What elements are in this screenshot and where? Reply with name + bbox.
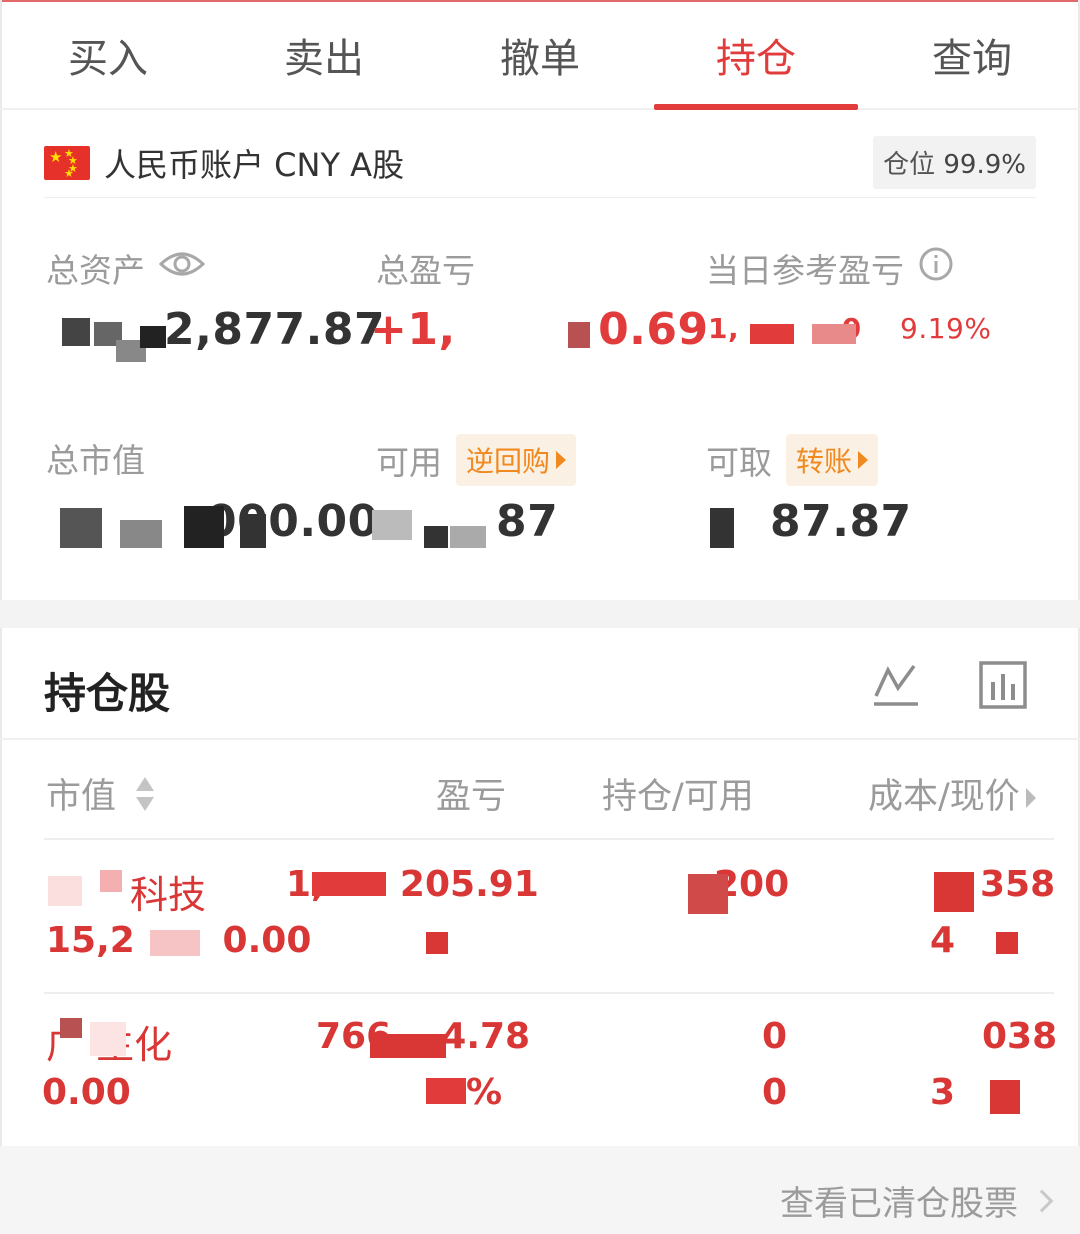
- caret-right-icon: [556, 451, 567, 469]
- column-position: 持仓/可用: [602, 777, 754, 817]
- current-price: 4: [930, 920, 956, 961]
- mosaic-block: [450, 526, 486, 548]
- mosaic-block: [90, 1022, 126, 1056]
- withdrawable-label: 可取: [706, 443, 772, 482]
- mosaic-block: [140, 326, 166, 348]
- available-metric: 可用 逆回购: [376, 434, 577, 486]
- cleared-stocks-label: 查看已清仓股票: [780, 1184, 1018, 1224]
- mosaic-block: [240, 514, 266, 548]
- cleared-stocks-link[interactable]: 查看已清仓股票: [780, 1176, 1054, 1225]
- mosaic-block: [60, 508, 102, 548]
- position-qty: 0: [762, 1016, 788, 1057]
- transfer-chip[interactable]: 转账: [786, 434, 879, 486]
- reverse-repo-chip[interactable]: 逆回购: [456, 434, 577, 486]
- caret-right-icon: [858, 451, 869, 469]
- reverse-repo-label: 逆回购: [466, 445, 551, 478]
- holdings-divider: [0, 738, 1080, 740]
- china-flag-icon: ★ ★ ★ ★ ★: [44, 145, 90, 180]
- section-separator: [0, 600, 1080, 628]
- header-divider: [44, 838, 1054, 840]
- mosaic-block: [750, 324, 794, 344]
- market-value-metric: 总市值: [46, 434, 145, 482]
- mosaic-block: [812, 324, 856, 344]
- mosaic-block: [990, 1080, 1020, 1114]
- tab-buy[interactable]: 买入: [0, 2, 216, 108]
- tab-positions[interactable]: 持仓: [648, 2, 864, 110]
- mosaic-block: [312, 872, 386, 896]
- column-market-value-label: 市值: [46, 777, 117, 817]
- holdings-title: 持仓股: [44, 669, 171, 718]
- mosaic-block: [150, 930, 200, 956]
- withdrawable-metric: 可取 转账: [706, 434, 879, 486]
- withdrawable-value: 87.87: [770, 496, 912, 547]
- total-assets-label: 总资产: [46, 251, 145, 290]
- mosaic-block: [996, 932, 1018, 954]
- mosaic-block: [710, 508, 734, 548]
- tab-query[interactable]: 查询: [864, 2, 1080, 108]
- transfer-label: 转账: [796, 445, 853, 478]
- mosaic-block: [934, 872, 974, 912]
- position-value: 99.9%: [943, 150, 1026, 180]
- stock-name: 科技: [130, 873, 207, 917]
- position-badge: 仓位 99.9%: [873, 136, 1036, 189]
- mosaic-block: [426, 932, 448, 954]
- mosaic-block: [184, 506, 224, 548]
- column-cost[interactable]: 成本/现价: [868, 768, 1036, 819]
- eye-icon[interactable]: [158, 248, 206, 288]
- position-label: 仓位: [883, 150, 936, 180]
- market-value-value: 000.00: [206, 496, 379, 547]
- mosaic-block: [48, 876, 82, 906]
- column-pnl: 盈亏: [436, 777, 507, 817]
- row-divider: [44, 992, 1054, 994]
- chevron-right-icon: [1030, 1189, 1054, 1212]
- available-qty: 0: [762, 1072, 788, 1113]
- available-value: 87: [496, 496, 559, 547]
- mosaic-block: [568, 322, 590, 348]
- cost-price: 358: [980, 864, 1056, 905]
- current-price: 3: [930, 1072, 956, 1113]
- daily-pnl-pct: 9.19%: [900, 312, 992, 345]
- market-value: 0.00: [42, 1072, 131, 1113]
- mosaic-block: [424, 526, 448, 548]
- account-title: 人民币账户 CNY A股: [104, 145, 405, 184]
- daily-pnl-metric: 当日参考盈亏: [706, 244, 954, 292]
- caret-right-icon: [1025, 788, 1036, 808]
- trade-tabs: 买入 卖出 撤单 持仓 查询: [0, 2, 1080, 110]
- mosaic-block: [688, 874, 728, 914]
- available-label: 可用: [376, 443, 442, 482]
- mosaic-block: [100, 870, 122, 892]
- tab-cancel-order[interactable]: 撤单: [432, 2, 648, 108]
- total-pnl-metric: 总盈亏: [376, 244, 475, 292]
- pnl-percent: %: [466, 1072, 503, 1113]
- account-row[interactable]: ★ ★ ★ ★ ★ 人民币账户 CNY A股 仓位 99.9%: [44, 128, 1036, 198]
- mosaic-block: [120, 520, 162, 548]
- mosaic-block: [370, 1034, 446, 1058]
- bar-chart-icon[interactable]: [978, 660, 1028, 714]
- mosaic-block: [372, 510, 412, 540]
- sort-icon: [135, 775, 155, 822]
- total-assets-value: 2,877.87: [164, 304, 386, 355]
- market-value-label: 总市值: [46, 441, 145, 480]
- mosaic-block: [62, 318, 90, 346]
- total-pnl-value: +1, 0.69: [370, 304, 709, 355]
- column-market-value[interactable]: 市值: [46, 768, 155, 822]
- line-chart-icon[interactable]: [872, 662, 920, 712]
- daily-pnl-label: 当日参考盈亏: [706, 251, 904, 290]
- column-cost-label: 成本/现价: [868, 777, 1020, 817]
- info-icon[interactable]: [918, 246, 954, 290]
- total-assets-metric: 总资产: [46, 244, 206, 292]
- tab-sell[interactable]: 卖出: [216, 2, 432, 108]
- total-pnl-label: 总盈亏: [376, 251, 475, 290]
- mosaic-block: [426, 1078, 466, 1104]
- mosaic-block: [60, 1018, 82, 1038]
- cost-price: 038: [982, 1016, 1058, 1057]
